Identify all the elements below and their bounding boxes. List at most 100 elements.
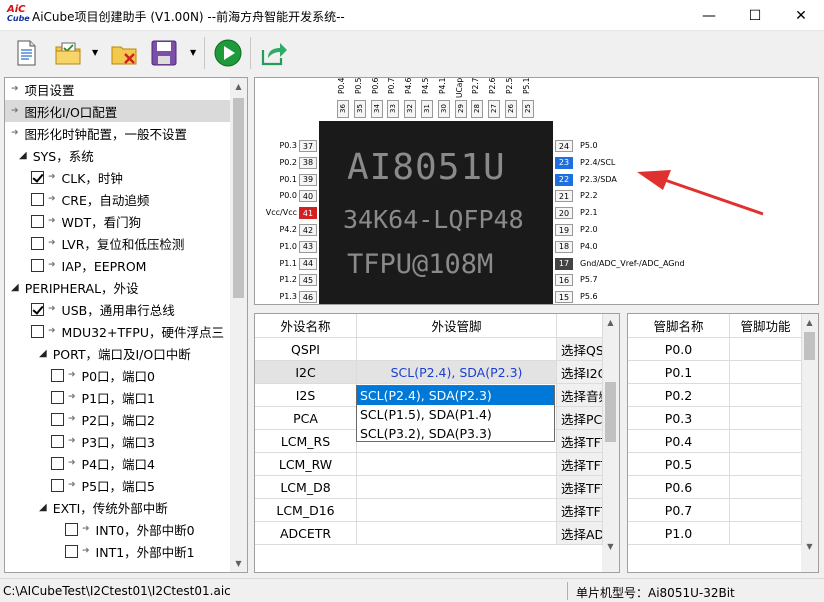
tree-item[interactable]: ➜ P4口，端口4 (5, 452, 232, 474)
save-button[interactable] (148, 37, 180, 69)
scroll-down-icon[interactable]: ▼ (230, 555, 247, 572)
left-pin-44[interactable]: 44 (299, 257, 317, 270)
scrollbar-thumb[interactable] (233, 98, 244, 298)
checkbox[interactable] (51, 434, 64, 448)
right-pin-23[interactable]: 23 (555, 156, 573, 169)
peripheral-name-cell[interactable]: LCM_D8 (255, 476, 357, 499)
pin-function-cell[interactable] (730, 522, 802, 545)
left-pin-46[interactable]: 46 (299, 291, 317, 304)
export-button[interactable] (258, 37, 290, 69)
top-pin[interactable]: P0.5 35 (353, 78, 366, 121)
pin-name-cell[interactable]: P0.5 (628, 453, 730, 476)
tree-item[interactable]: ➜ USB，通用串行总线 (5, 298, 232, 320)
tree-item[interactable]: ➜ MDU32+TFPU，硬件浮点三 (5, 320, 232, 342)
expand-triangle-icon[interactable]: ◢ (11, 282, 19, 293)
top-pin[interactable]: P4.5 31 (421, 78, 433, 121)
peripheral-name-cell[interactable]: I2S (255, 384, 357, 407)
peripheral-name-cell[interactable]: I2C (255, 361, 357, 384)
peripheral-pin-cell[interactable] (357, 453, 557, 476)
checkbox[interactable] (51, 390, 64, 404)
dropdown-option[interactable]: SCL(P1.5), SDA(P1.4) (357, 405, 554, 424)
checkbox[interactable] (51, 368, 64, 382)
tree-item[interactable]: ➜ P2口，端口2 (5, 408, 232, 430)
scrollbar-thumb[interactable] (605, 382, 616, 442)
tree-item[interactable]: ◢ EXTI，传统外部中断 (5, 496, 232, 518)
left-pin-37[interactable]: 37 (299, 140, 317, 152)
column-header[interactable]: 外设名称 (255, 314, 357, 338)
peripheral-name-cell[interactable]: LCM_D16 (255, 499, 357, 522)
checkbox[interactable] (51, 478, 64, 492)
peripheral-select-button[interactable]: 选择QSPI (557, 338, 603, 361)
left-pin-39[interactable]: 39 (299, 173, 317, 186)
scroll-down-icon[interactable]: ▼ (602, 538, 619, 555)
tree-item[interactable]: ➜ 图形化时钟配置，一般不设置 (5, 122, 232, 144)
tree-item[interactable]: ➜ CRE，自动追频 (5, 188, 232, 210)
pin-function-cell[interactable] (730, 338, 802, 361)
tree-item[interactable]: ➜ 图形化I/O口配置 (5, 100, 232, 122)
pin-function-cell[interactable] (730, 476, 802, 499)
top-pin[interactable]: P5.1 25 (521, 78, 534, 121)
checkbox[interactable] (65, 544, 78, 558)
right-pin-22[interactable]: 22 (555, 173, 573, 186)
right-pin-19[interactable]: 19 (555, 224, 573, 236)
checkbox[interactable] (31, 214, 44, 228)
column-header[interactable]: 外设管脚 (357, 314, 557, 338)
right-pin-15[interactable]: 15 (555, 291, 573, 304)
close-button[interactable]: ✕ (778, 0, 824, 31)
tree-item[interactable]: ➜ INT1，外部中断1 (5, 540, 232, 562)
checkbox[interactable] (51, 456, 64, 470)
peripheral-select-button[interactable]: 选择TFT (557, 453, 603, 476)
tree-item[interactable]: ➜ WDT，看门狗 (5, 210, 232, 232)
peripheral-name-cell[interactable]: LCM_RW (255, 453, 357, 476)
scroll-down-icon[interactable]: ▼ (801, 538, 818, 555)
pin-name-cell[interactable]: P0.1 (628, 361, 730, 384)
top-pin[interactable]: P2.7 28 (471, 78, 484, 121)
peripheral-name-cell[interactable]: PCA (255, 407, 357, 430)
save-dropdown-arrow-icon[interactable]: ▼ (190, 48, 196, 57)
tree-item[interactable]: ➜ LVR，复位和低压检测 (5, 232, 232, 254)
peripheral-select-button[interactable]: 选择I2C (557, 361, 603, 384)
scrollbar-thumb[interactable] (804, 332, 815, 360)
minimize-button[interactable]: — (686, 0, 732, 31)
peripheral-table-scrollbar[interactable]: ▲ ▼ (602, 314, 619, 572)
pin-name-cell[interactable]: P0.0 (628, 338, 730, 361)
peripheral-select-button[interactable]: 选择音频 (557, 384, 603, 407)
pin-function-cell[interactable] (730, 384, 802, 407)
scroll-up-icon[interactable]: ▲ (602, 314, 619, 331)
tree-item[interactable]: ➜ CLK，时钟 (5, 166, 232, 188)
tree-item[interactable]: ◢ PERIPHERAL，外设 (5, 276, 232, 298)
pin-select-dropdown[interactable]: SCL(P2.4), SDA(P2.3) SCL(P1.5), SDA(P1.4)… (356, 385, 555, 442)
left-pin-41[interactable]: 41 (299, 207, 317, 220)
tree-item[interactable]: ➜ P5口，端口5 (5, 474, 232, 496)
expand-triangle-icon[interactable]: ◢ (39, 502, 47, 513)
peripheral-pin-cell[interactable] (357, 476, 557, 499)
right-pin-18[interactable]: 18 (555, 240, 573, 253)
peripheral-select-button[interactable]: 选择TFT (557, 430, 603, 453)
pin-name-cell[interactable]: P0.4 (628, 430, 730, 453)
peripheral-select-button[interactable]: 选择TFT (557, 499, 603, 522)
tree-item[interactable]: ◢ SYS，系统 (5, 144, 232, 166)
pin-name-cell[interactable]: P0.6 (628, 476, 730, 499)
dropdown-option[interactable]: SCL(P3.2), SDA(P3.3) (357, 424, 554, 443)
left-pin-42[interactable]: 42 (299, 224, 317, 236)
top-pin[interactable]: P2.6 27 (488, 78, 501, 121)
top-pin[interactable]: P2.5 26 (505, 78, 517, 121)
column-header[interactable] (557, 314, 603, 338)
left-pin-38[interactable]: 38 (299, 156, 317, 169)
top-pin[interactable]: P4.6 32 (404, 78, 417, 121)
peripheral-pin-cell[interactable] (357, 499, 557, 522)
tree-item[interactable]: ◢ PORT，端口及I/O口中断 (5, 342, 232, 364)
checkbox[interactable] (31, 302, 44, 316)
pin-function-cell[interactable] (730, 407, 802, 430)
peripheral-pin-cell[interactable] (357, 522, 557, 545)
peripheral-pin-cell[interactable]: SCL(P2.4), SDA(P2.3) (357, 361, 557, 384)
open-dropdown-arrow-icon[interactable]: ▼ (92, 48, 98, 57)
right-pin-21[interactable]: 21 (555, 190, 573, 203)
checkbox[interactable] (31, 258, 44, 272)
pin-table-scrollbar[interactable]: ▲ ▼ (801, 314, 818, 572)
tree-scrollbar[interactable]: ▲ ▼ (230, 78, 247, 572)
right-pin-20[interactable]: 20 (555, 207, 573, 220)
right-pin-24[interactable]: 24 (555, 140, 573, 152)
column-header[interactable]: 管脚名称 (628, 314, 730, 338)
expand-triangle-icon[interactable]: ◢ (19, 150, 27, 161)
